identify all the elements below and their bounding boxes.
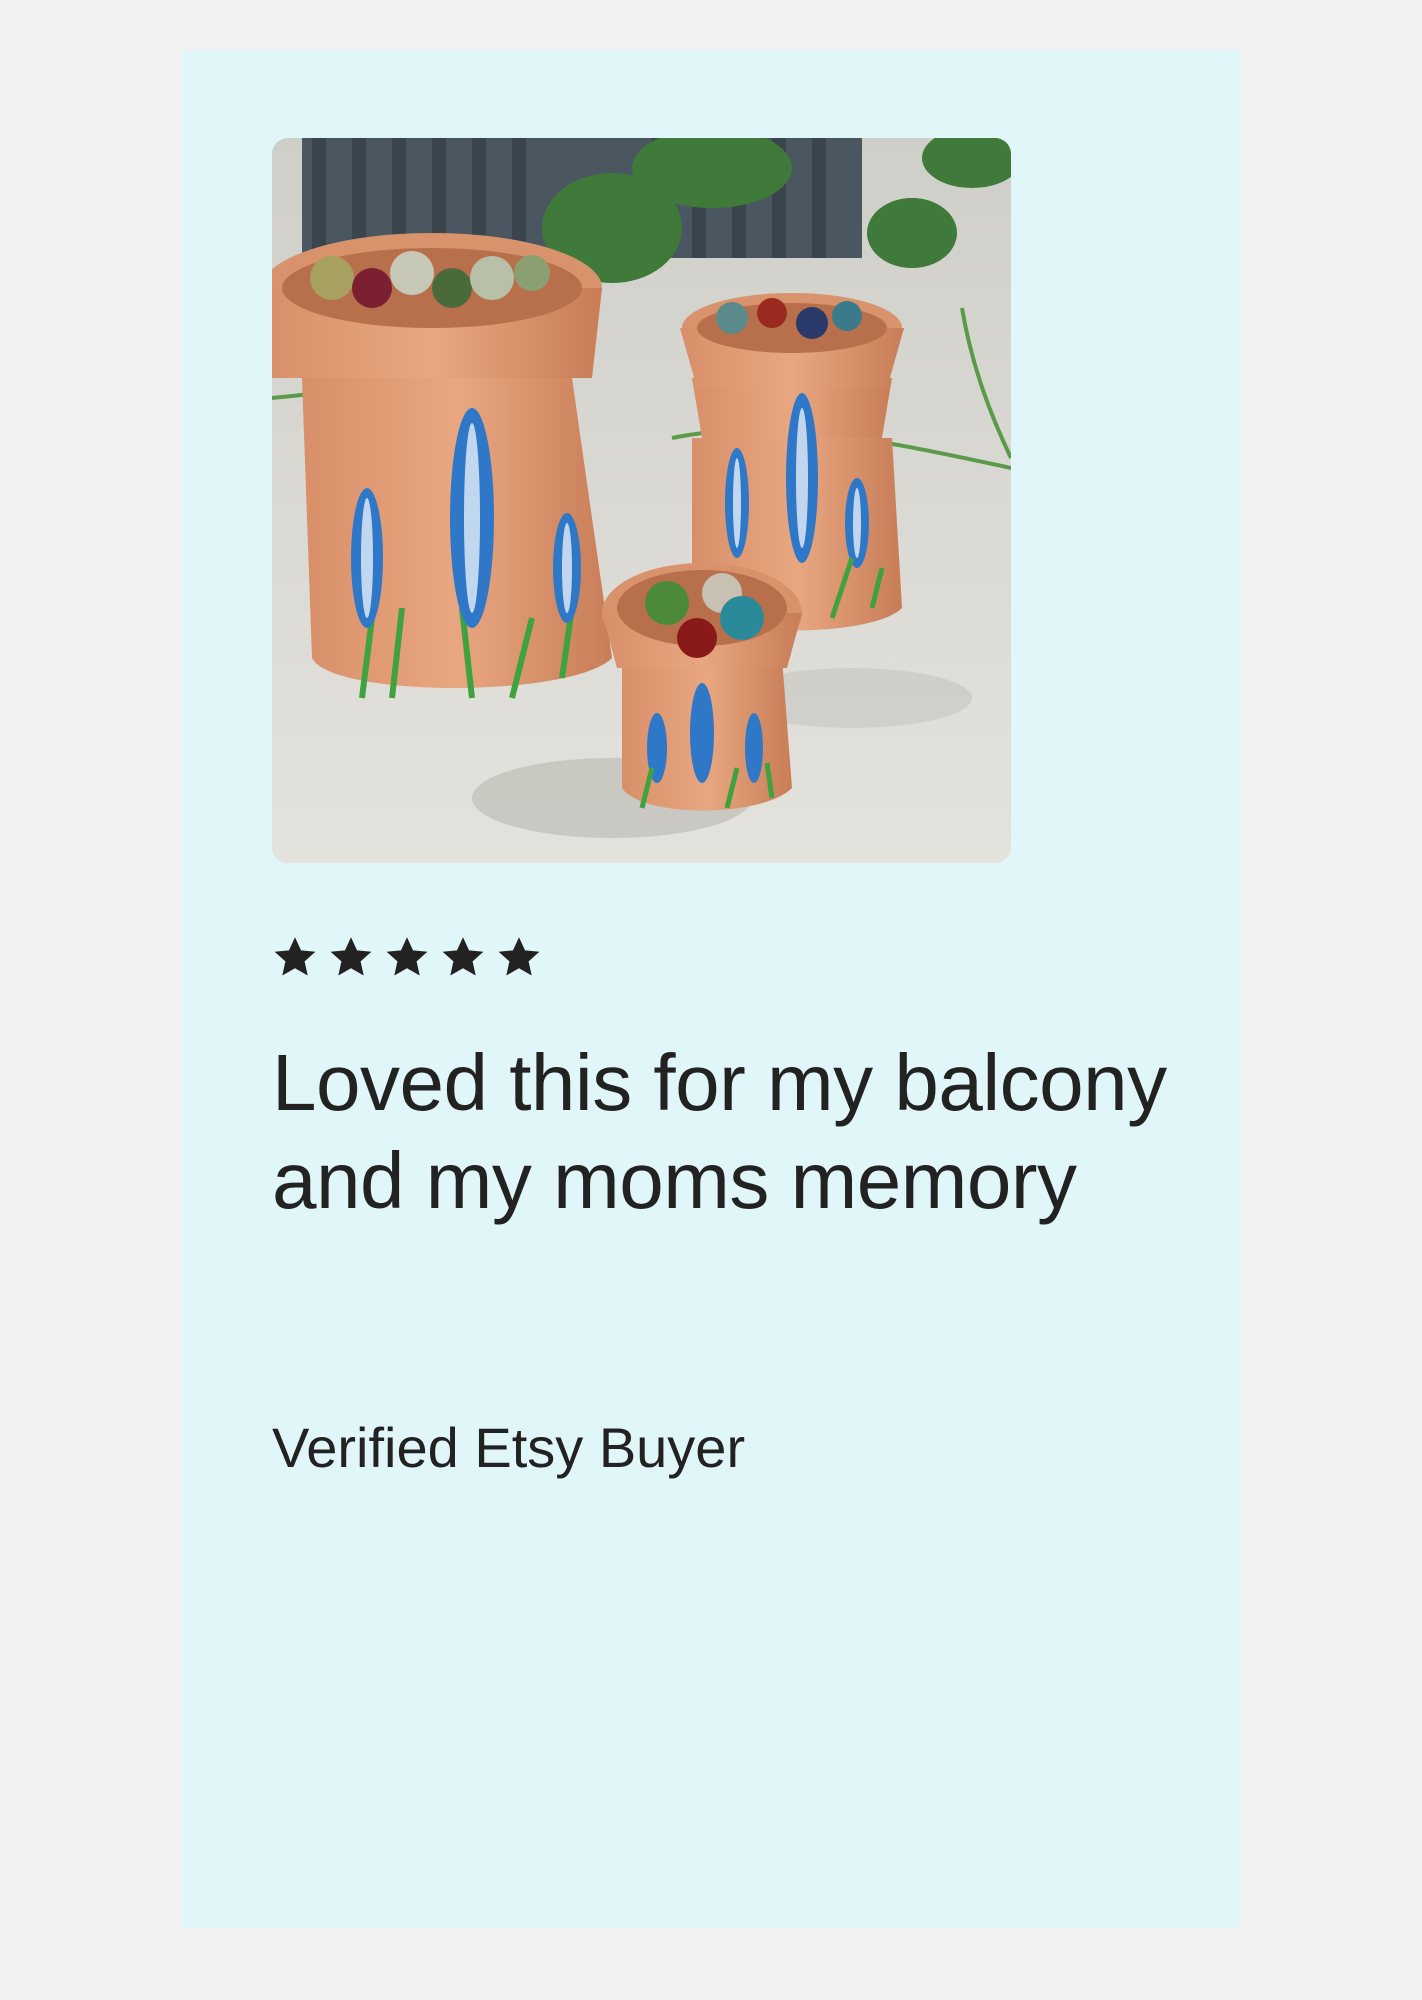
- star-icon: [274, 937, 316, 976]
- star-icon: [498, 937, 540, 976]
- review-photo[interactable]: [272, 138, 1011, 863]
- product-image: [272, 138, 1011, 863]
- star-icon: [330, 937, 372, 976]
- star-icon: [386, 937, 428, 976]
- review-headline: Loved this for my balcony and my moms me…: [272, 1038, 1167, 1225]
- reviewer-name: Verified Etsy Buyer: [272, 1416, 746, 1479]
- review-card: Loved this for my balcony and my moms me…: [182, 50, 1240, 1928]
- star-icon: [442, 937, 484, 976]
- star-rating: [270, 932, 544, 982]
